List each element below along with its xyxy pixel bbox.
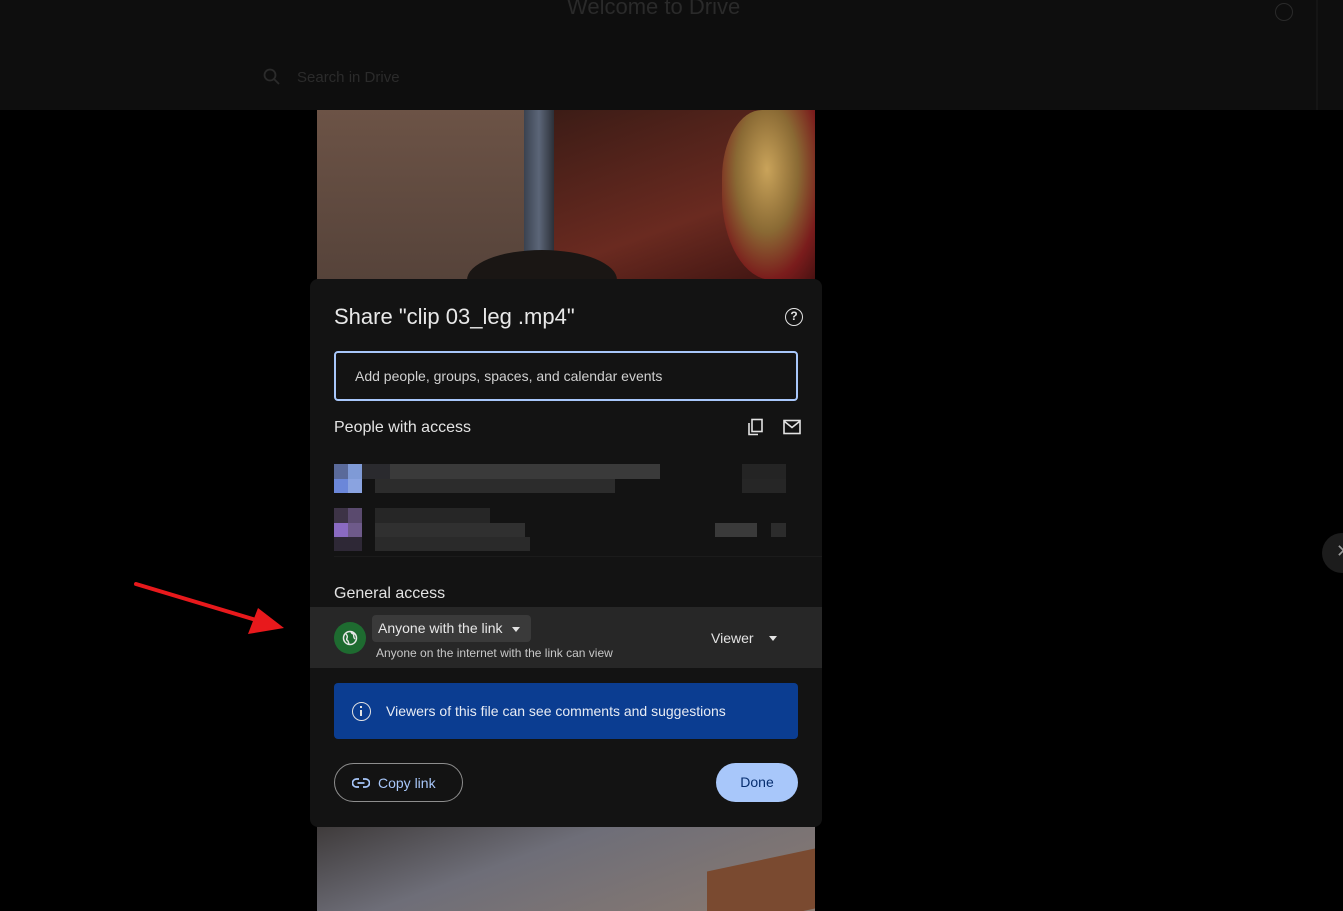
- globe-icon: [334, 622, 366, 654]
- info-icon: [1275, 3, 1293, 21]
- search-icon: [263, 68, 280, 85]
- annotation-arrow-icon: [134, 582, 284, 634]
- add-people-input[interactable]: [334, 351, 798, 401]
- copy-link-button[interactable]: Copy link: [334, 763, 463, 802]
- role-value: Viewer: [711, 630, 754, 646]
- person-row[interactable]: [305, 508, 822, 558]
- info-icon: [352, 702, 371, 721]
- link-access-dropdown[interactable]: Anyone with the link: [372, 615, 531, 642]
- chevron-down-icon: [511, 627, 520, 632]
- drive-topbar: Welcome to Drive Search in Drive: [0, 0, 1343, 110]
- people-list: [305, 434, 822, 556]
- chevron-down-icon: [769, 636, 777, 641]
- drive-welcome-title: Welcome to Drive: [567, 0, 741, 19]
- link-access-value: Anyone with the link: [378, 620, 503, 636]
- role-dropdown[interactable]: Viewer: [704, 627, 784, 649]
- copy-link-label: Copy link: [378, 775, 436, 791]
- search-placeholder: Search in Drive: [297, 69, 400, 86]
- link-icon: [352, 778, 370, 788]
- topbar-divider: [1316, 0, 1318, 110]
- general-access-heading: General access: [334, 585, 446, 602]
- done-label: Done: [740, 774, 774, 790]
- help-icon[interactable]: ?: [785, 308, 803, 326]
- mail-icon[interactable]: [783, 419, 801, 435]
- access-description: Anyone on the internet with the link can…: [376, 646, 613, 660]
- done-button[interactable]: Done: [716, 763, 798, 802]
- person-row[interactable]: [305, 464, 822, 514]
- general-access-row: Anyone with the link Anyone on the inter…: [310, 607, 822, 668]
- info-banner: Viewers of this file can see comments an…: [334, 683, 798, 739]
- share-dialog: Share "clip 03_leg .mp4" ? People with a…: [310, 279, 822, 827]
- info-banner-text: Viewers of this file can see comments an…: [386, 703, 726, 719]
- divider: [334, 556, 822, 557]
- dialog-title: Share "clip 03_leg .mp4": [334, 304, 575, 329]
- next-button[interactable]: ✕: [1322, 533, 1343, 573]
- drive-search-bar: Search in Drive: [255, 60, 815, 96]
- close-icon: ✕: [1336, 541, 1343, 562]
